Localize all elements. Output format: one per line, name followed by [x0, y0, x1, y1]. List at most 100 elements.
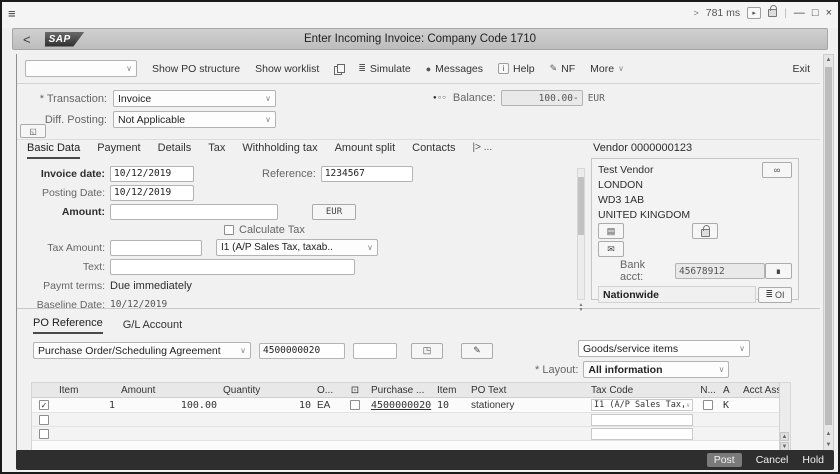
tax-amount-field[interactable] [110, 240, 202, 256]
post-button[interactable]: Post [707, 453, 742, 467]
copy-button[interactable] [334, 64, 343, 74]
transaction-select[interactable]: Invoice ∨ [113, 90, 276, 107]
col-order-unit[interactable]: O... [314, 385, 342, 396]
show-po-structure-button[interactable]: Show PO structure [152, 63, 240, 75]
cell-item: 1 [56, 400, 118, 411]
tab-basic-data[interactable]: Basic Data [27, 142, 80, 159]
collapse-header-button[interactable]: ◱ [20, 124, 46, 138]
flag-column-icon[interactable]: ⊡ [342, 385, 368, 396]
layout-select[interactable]: All information ∨ [583, 361, 729, 378]
maximize-button[interactable]: □ [812, 7, 819, 19]
col-item[interactable]: Item [56, 385, 118, 396]
exit-button[interactable]: Exit [792, 63, 810, 75]
help-button[interactable]: i Help [498, 63, 535, 75]
col-amount[interactable]: Amount [118, 385, 220, 396]
scroll-up-icon[interactable]: ▲ [824, 55, 833, 65]
po-detail-button[interactable]: ◳ [411, 343, 443, 359]
cell-tax-code-select[interactable] [591, 414, 693, 426]
display-vendor-button[interactable]: ∞ [762, 162, 792, 178]
po-number-field[interactable]: 4500000020 [259, 343, 345, 359]
diff-posting-select[interactable]: Not Applicable ∨ [113, 111, 276, 128]
po-item-field[interactable] [353, 343, 397, 359]
po-category-value: Purchase Order/Scheduling Agreement [38, 345, 221, 357]
po-change-icon: ✎ [473, 345, 481, 356]
form-scrollbar-thumb[interactable] [578, 177, 584, 235]
tab-contacts[interactable]: Contacts [412, 142, 455, 159]
cell-purchase-order-link[interactable]: 4500000020 [368, 400, 434, 411]
vendor-lock-button[interactable] [692, 223, 718, 239]
table-row[interactable]: ✓ 1 100.00 10 EA 4500000020 10 stationer… [32, 398, 790, 413]
po-category-select[interactable]: Purchase Order/Scheduling Agreement ∨ [33, 342, 251, 359]
tab-overflow-icon[interactable]: |> ... [473, 142, 493, 159]
table-row-empty[interactable] [32, 413, 790, 427]
tab-payment[interactable]: Payment [97, 142, 140, 159]
scroll-down-icon[interactable]: ▼ [824, 440, 833, 450]
cell-order-unit: EA [314, 400, 342, 411]
address-button[interactable]: ▤ [598, 223, 624, 239]
more-button[interactable]: More ∨ [590, 63, 624, 75]
invoice-date-label: Invoice date: [17, 168, 105, 180]
table-row-empty[interactable] [32, 427, 790, 441]
chevron-right-icon[interactable]: > [693, 8, 698, 18]
col-po-item[interactable]: Item [434, 385, 468, 396]
col-purchase[interactable]: Purchase ... [368, 385, 434, 396]
form-scrollbar-arrows[interactable]: ▲▼ [577, 303, 585, 313]
cell-tax-code-select[interactable] [591, 428, 693, 440]
invoice-date-field[interactable]: 10/12/2019 [110, 166, 194, 182]
calculate-tax-checkbox[interactable] [224, 225, 234, 235]
col-a[interactable]: A [720, 385, 740, 396]
minimize-button[interactable]: — [794, 7, 805, 19]
po-adopt-button[interactable]: ✎ [461, 343, 493, 359]
play-icon[interactable]: ▸ [747, 7, 761, 19]
transaction-value: Invoice [118, 93, 151, 105]
main-scrollbar-thumb[interactable] [825, 67, 832, 425]
simulate-button[interactable]: ≣ Simulate [358, 63, 410, 75]
row-flag-checkbox[interactable] [350, 400, 360, 410]
close-button[interactable]: × [826, 7, 832, 19]
chevron-down-icon: ∨ [265, 94, 271, 103]
table-scrollbar[interactable]: ▲ ▼ [779, 383, 790, 452]
col-n[interactable]: N... [696, 385, 720, 396]
posting-date-label: Posting Date: [17, 187, 105, 199]
row-select-checkbox[interactable]: ✓ [39, 400, 49, 410]
reference-field[interactable]: 1234567 [321, 166, 413, 182]
form-scrollbar[interactable]: ▲▼ [577, 168, 585, 300]
tax-code-select[interactable]: I1 (A/P Sales Tax, taxab.. ∨ [216, 239, 378, 256]
cell-tax-code-select[interactable]: I1 (A/P Sales Tax, .. ∨ [591, 399, 693, 411]
scroll-up-icon[interactable]: ▲ [780, 432, 789, 441]
open-items-button[interactable]: ≣ OI [758, 287, 792, 303]
text-field[interactable] [110, 259, 355, 275]
messages-button[interactable]: ● Messages [426, 63, 483, 75]
calculate-tax-label: Calculate Tax [239, 224, 305, 236]
tab-details[interactable]: Details [158, 142, 192, 159]
col-quantity[interactable]: Quantity [220, 385, 314, 396]
tax-code-value: I1 (A/P Sales Tax, taxab.. [221, 242, 333, 253]
balance-field: 100.00- [501, 90, 583, 106]
tab-tax[interactable]: Tax [208, 142, 225, 159]
tab-withholding-tax[interactable]: Withholding tax [242, 142, 317, 159]
paymt-terms-label: Paymt terms: [17, 280, 105, 292]
cancel-button[interactable]: Cancel [756, 454, 789, 466]
hold-button[interactable]: Hold [802, 454, 824, 466]
mail-button[interactable]: ✉ [598, 241, 624, 257]
col-po-text[interactable]: PO Text [468, 385, 588, 396]
row-n-checkbox[interactable] [703, 400, 713, 410]
middle-section: Basic Data Payment Details Tax Withholdi… [17, 140, 820, 308]
tab-gl-account[interactable]: G/L Account [123, 319, 183, 334]
tab-amount-split[interactable]: Amount split [335, 142, 396, 159]
row-select-checkbox[interactable] [39, 429, 49, 439]
currency-button[interactable]: EUR [312, 204, 356, 220]
show-worklist-button[interactable]: Show worklist [255, 63, 319, 75]
bank-details-button[interactable]: ∎ [765, 263, 792, 279]
col-tax-code[interactable]: Tax Code [588, 385, 696, 396]
hamburger-menu-icon[interactable]: ≡ [8, 6, 16, 21]
command-combobox[interactable]: ∨ [25, 60, 137, 77]
amount-field[interactable] [110, 204, 278, 220]
goods-service-select[interactable]: Goods/service items ∨ [578, 340, 750, 357]
main-scrollbar[interactable]: ▲ ▲ ▼ [823, 54, 834, 452]
tab-po-reference[interactable]: PO Reference [33, 317, 103, 334]
scroll-up-icon[interactable]: ▲ [824, 429, 833, 439]
row-select-checkbox[interactable] [39, 415, 49, 425]
nf-button[interactable]: ✎ NF [550, 63, 576, 75]
posting-date-field[interactable]: 10/12/2019 [110, 185, 194, 201]
